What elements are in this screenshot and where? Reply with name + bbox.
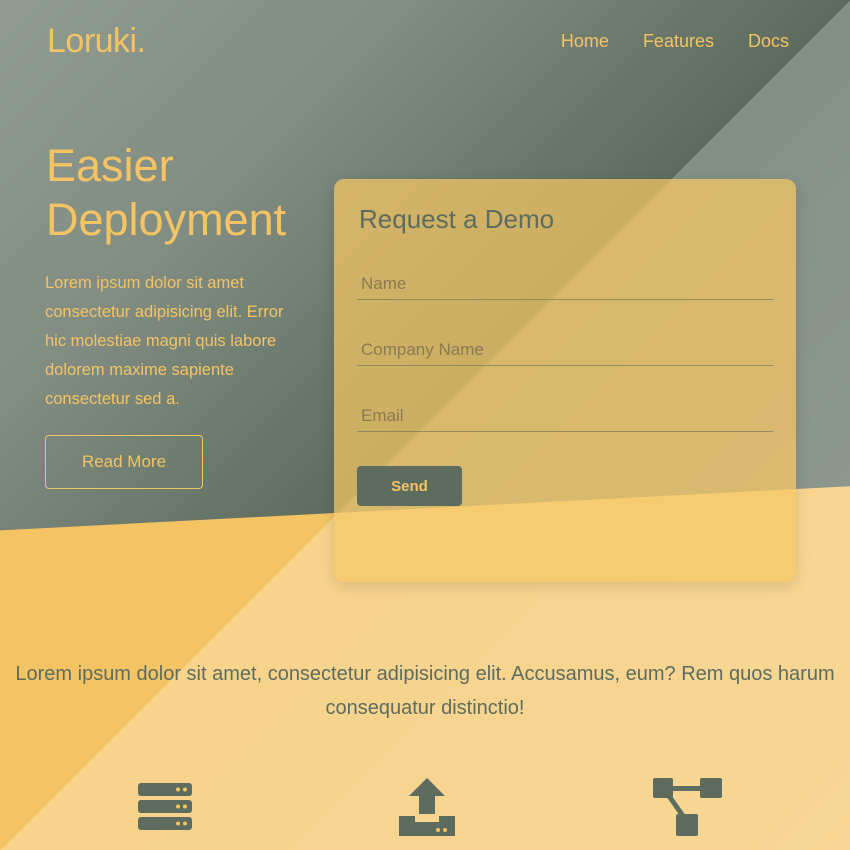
- main-nav: Home Features Docs: [561, 31, 789, 52]
- send-button[interactable]: Send: [357, 466, 462, 506]
- upload-icon: [399, 778, 455, 836]
- logo[interactable]: Loruki.: [47, 22, 146, 61]
- nav-item-home[interactable]: Home: [561, 31, 609, 52]
- nav-item-features[interactable]: Features: [643, 31, 714, 52]
- tagline-text: Lorem ipsum dolor sit amet, consectetur …: [15, 663, 835, 719]
- read-more-button[interactable]: Read More: [45, 435, 203, 489]
- hero-text: Lorem ipsum dolor sit amet consectetur a…: [45, 274, 284, 408]
- demo-form-title: Request a Demo: [359, 204, 555, 234]
- email-field[interactable]: [357, 400, 773, 432]
- demo-form-card: Request a Demo Send: [334, 179, 796, 582]
- hero-title: Easier Deployment: [46, 140, 287, 245]
- nav-item-docs[interactable]: Docs: [748, 31, 789, 52]
- tagline: Lorem ipsum dolor sit amet, consectetur …: [0, 657, 850, 725]
- network-icon: [653, 778, 722, 836]
- name-field[interactable]: [357, 268, 773, 300]
- server-icon: [138, 783, 192, 830]
- company-name-field[interactable]: [357, 334, 773, 366]
